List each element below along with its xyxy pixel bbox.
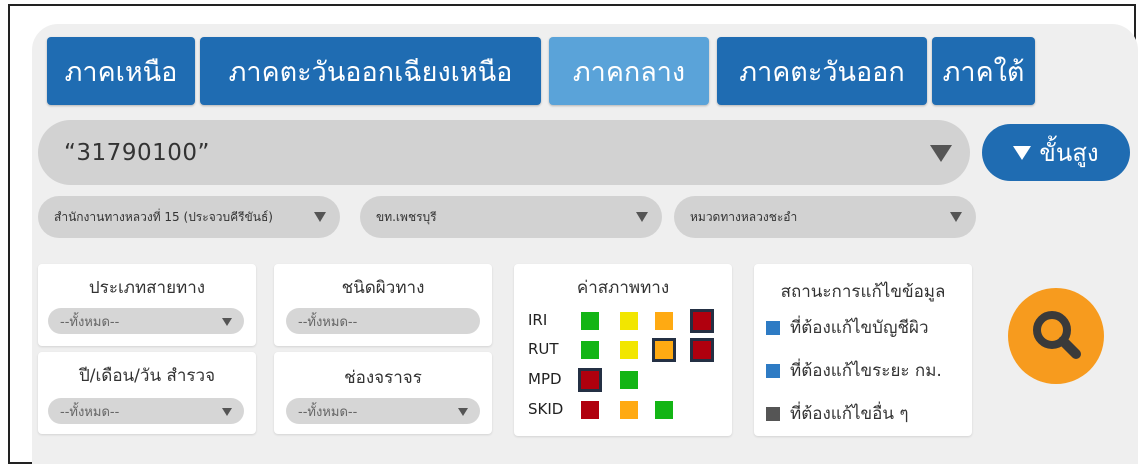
tab-region-north[interactable]: ภาคเหนือ xyxy=(47,37,195,105)
status-surface-label: ที่ต้องแก้ไขบัญชีผิว xyxy=(790,318,929,338)
search-input[interactable]: “31790100” xyxy=(38,120,970,185)
condition-iri-orange-square[interactable] xyxy=(655,312,673,330)
office-select[interactable]: สำนักงานทางหลวงที่ 15 (ประจวบคีรีขันธ์) xyxy=(38,196,340,238)
search-value: “31790100” xyxy=(64,139,210,166)
status-other-fix[interactable]: ที่ต้องแก้ไขอื่น ๆ xyxy=(766,400,909,427)
condition-skid-red-square[interactable] xyxy=(581,401,599,419)
condition-label-skid: SKID xyxy=(528,400,564,418)
lane-select[interactable]: --ทั้งหมด-- xyxy=(286,398,480,424)
condition-skid-green-square[interactable] xyxy=(655,401,673,419)
condition-iri-red-square[interactable] xyxy=(693,312,711,330)
status-color-box xyxy=(766,363,780,378)
road-type-card: ประเภทสายทาง --ทั้งหมด-- xyxy=(38,264,256,346)
condition-mpd-green-square[interactable] xyxy=(620,371,638,389)
surface-type-card: ชนิดผิวทาง --ทั้งหมด-- xyxy=(274,264,492,346)
survey-date-value: --ทั้งหมด-- xyxy=(60,404,120,420)
triangle-down-icon xyxy=(1013,145,1032,160)
chevron-down-icon xyxy=(950,212,962,222)
surface-type-value: --ทั้งหมด-- xyxy=(298,314,358,330)
chevron-down-icon xyxy=(222,318,232,326)
chevron-down-icon xyxy=(222,408,232,416)
condition-rut-red-square[interactable] xyxy=(693,341,711,359)
district-select[interactable]: ขท.เพชรบุรี xyxy=(360,196,662,238)
unit-select[interactable]: หมวดทางหลวงชะอำ xyxy=(674,196,976,238)
condition-iri-yellow-square[interactable] xyxy=(620,312,638,330)
survey-date-card: ปี/เดือน/วัน สำรวจ --ทั้งหมด-- xyxy=(38,352,256,434)
chevron-down-icon xyxy=(458,408,468,416)
status-km-fix[interactable]: ที่ต้องแก้ไขระยะ กม. xyxy=(766,357,942,384)
data-status-title: สถานะการแก้ไขข้อมูล xyxy=(780,282,946,302)
tab-region-east[interactable]: ภาคตะวันออก xyxy=(717,37,927,105)
condition-label-mpd: MPD xyxy=(528,370,562,388)
condition-label-iri: IRI xyxy=(528,311,548,329)
surface-type-select[interactable]: --ทั้งหมด-- xyxy=(286,308,480,334)
survey-date-title: ปี/เดือน/วัน สำรวจ xyxy=(78,366,216,386)
condition-mpd-red-square[interactable] xyxy=(581,371,599,389)
office-value: สำนักงานทางหลวงที่ 15 (ประจวบคีรีขันธ์) xyxy=(54,209,273,224)
status-other-label: ที่ต้องแก้ไขอื่น ๆ xyxy=(790,404,909,424)
lane-value: --ทั้งหมด-- xyxy=(298,404,358,420)
status-color-box xyxy=(766,320,780,335)
chevron-down-icon xyxy=(636,212,648,222)
survey-date-select[interactable]: --ทั้งหมด-- xyxy=(48,398,244,424)
tab-region-northeast[interactable]: ภาคตะวันออกเฉียงเหนือ xyxy=(200,37,541,105)
condition-rut-yellow-square[interactable] xyxy=(620,341,638,359)
lane-card: ช่องจราจร --ทั้งหมด-- xyxy=(274,352,492,434)
chevron-down-icon xyxy=(930,145,952,162)
advanced-button[interactable]: ขั้นสูง xyxy=(982,124,1130,181)
tab-region-south[interactable]: ภาคใต้ xyxy=(932,37,1035,105)
condition-rut-green-square[interactable] xyxy=(581,341,599,359)
road-type-value: --ทั้งหมด-- xyxy=(60,314,120,330)
district-value: ขท.เพชรบุรี xyxy=(376,209,437,224)
surface-type-title: ชนิดผิวทาง xyxy=(341,278,425,298)
condition-label-rut: RUT xyxy=(528,340,559,358)
status-color-box xyxy=(766,406,780,421)
search-button[interactable] xyxy=(1008,288,1104,384)
unit-value: หมวดทางหลวงชะอำ xyxy=(690,209,798,224)
condition-iri-green-square[interactable] xyxy=(581,312,599,330)
condition-skid-orange-square[interactable] xyxy=(620,401,638,419)
status-surface-fix[interactable]: ที่ต้องแก้ไขบัญชีผิว xyxy=(766,314,929,341)
road-condition-title: ค่าสภาพทาง xyxy=(576,278,670,298)
chevron-down-icon xyxy=(314,212,326,222)
advanced-label: ขั้นสูง xyxy=(1039,139,1099,167)
tab-region-central[interactable]: ภาคกลาง xyxy=(549,37,709,105)
road-type-title: ประเภทสายทาง xyxy=(88,278,206,298)
condition-rut-orange-square[interactable] xyxy=(655,341,673,359)
magnifier-icon xyxy=(1033,311,1081,359)
status-km-label: ที่ต้องแก้ไขระยะ กม. xyxy=(790,361,942,381)
lane-title: ช่องจราจร xyxy=(344,368,422,388)
road-type-select[interactable]: --ทั้งหมด-- xyxy=(48,308,244,334)
